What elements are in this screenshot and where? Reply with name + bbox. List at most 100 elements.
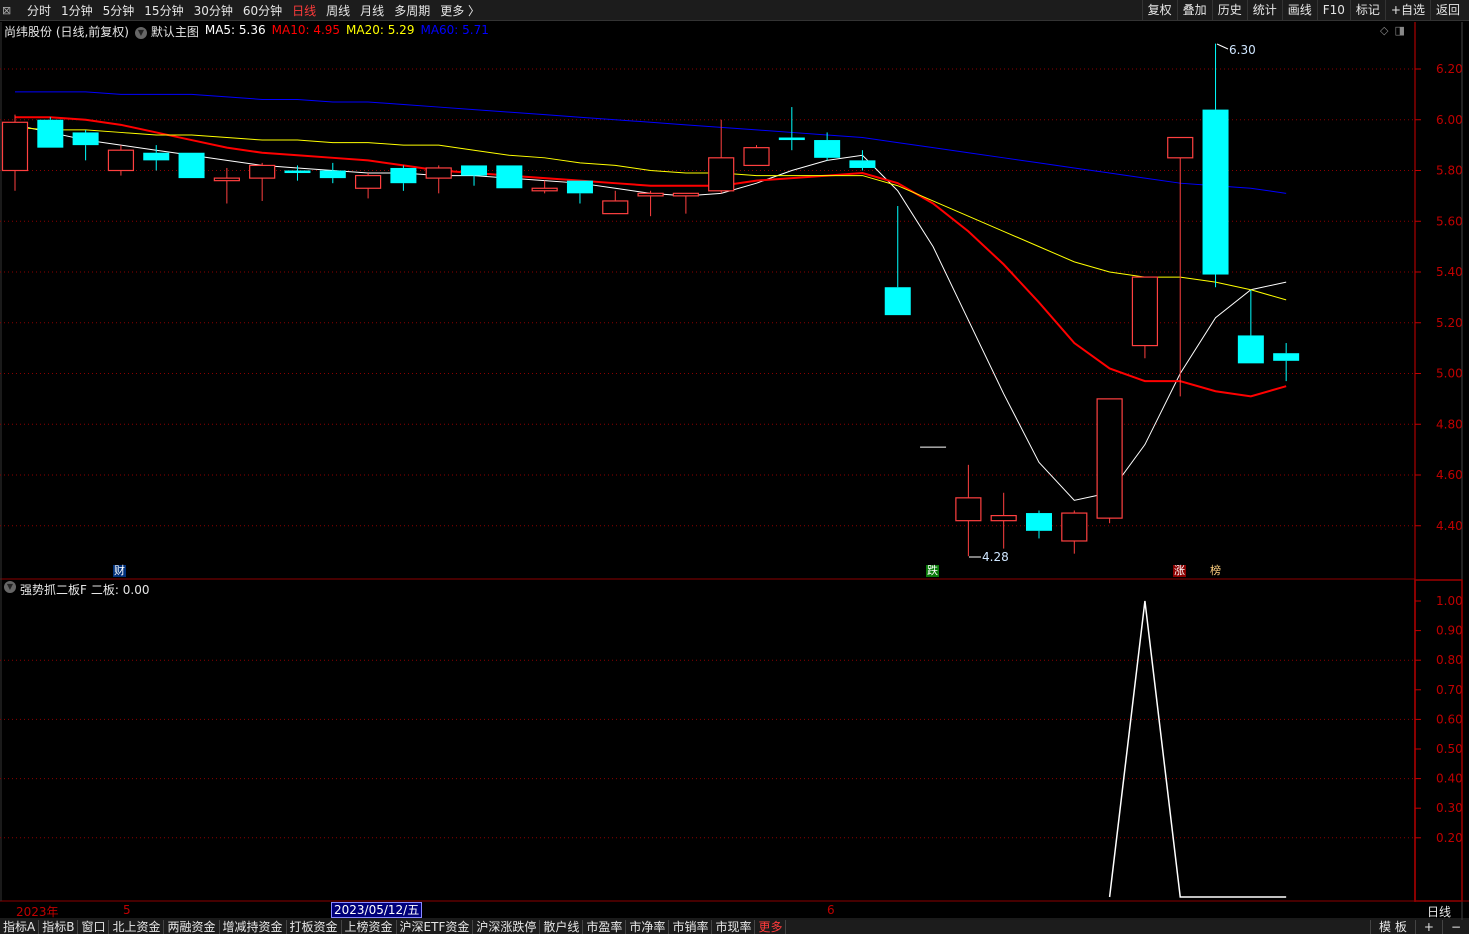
candle-up <box>637 192 664 197</box>
crosshair-date: 2023/05/12/五 <box>331 902 423 918</box>
candle-down <box>1273 353 1300 361</box>
bottom-tab[interactable]: 北上资金 <box>109 920 165 934</box>
bottom-tab[interactable]: 打板资金 <box>287 920 342 934</box>
ma10-line <box>15 116 1287 398</box>
y-tick-label: 6.00 <box>1436 113 1463 127</box>
y-tick-label: 0.40 <box>1436 772 1463 786</box>
toolbar-button[interactable]: 统计 <box>1246 0 1282 21</box>
period-tabs: 分时 1分钟 5分钟 15分钟 30分钟 60分钟 日线 周线 月线 多周期 更多 〉 <box>22 2 485 19</box>
x-axis: 2023年 5 6 <box>0 902 1469 919</box>
toolbar-button[interactable]: 画线 <box>1281 0 1317 21</box>
y-tick-label: 4.80 <box>1436 417 1463 431</box>
toolbar-button[interactable]: 标记 <box>1349 0 1385 21</box>
candle-down <box>37 119 64 148</box>
candle-up <box>1061 512 1088 542</box>
bottom-right-button[interactable]: − <box>1441 920 1469 934</box>
candle-down <box>284 170 311 174</box>
candle-down <box>778 137 805 141</box>
y-tick-label: 0.20 <box>1436 831 1463 845</box>
high-arrow <box>1216 43 1229 50</box>
toolbar-button[interactable]: 复权 <box>1141 0 1177 21</box>
candle-up <box>955 497 982 522</box>
period-tab[interactable]: 周线 <box>321 2 355 19</box>
bottom-tab[interactable]: 市净率 <box>626 920 670 934</box>
y-tick-label: 4.40 <box>1436 519 1463 533</box>
chevron-down-icon: ▼ <box>135 26 147 39</box>
y-tick-label: 0.80 <box>1436 653 1463 667</box>
candle-down <box>72 132 99 146</box>
period-tab[interactable]: 分时 <box>22 2 56 19</box>
y-tick-label: 0.70 <box>1436 683 1463 697</box>
y-tick-label: 4.60 <box>1436 468 1463 482</box>
marker-bang[interactable]: 榜 <box>1209 565 1222 577</box>
period-tab[interactable]: 日线 <box>287 2 321 19</box>
ma5-value: MA5: 5.36 <box>204 23 266 37</box>
period-tab[interactable]: 60分钟 <box>238 2 287 19</box>
bottom-right-buttons: 模 板 + − <box>1370 920 1469 934</box>
period-tab[interactable]: 更多 〉 <box>435 2 485 19</box>
candle-down <box>1025 513 1052 531</box>
y-tick-label: 5.40 <box>1436 265 1463 279</box>
candle-down <box>1202 109 1229 275</box>
candle-up <box>1167 136 1194 159</box>
period-tab[interactable]: 15分钟 <box>139 2 188 19</box>
candle-down <box>390 167 417 184</box>
y-tick-label: 5.60 <box>1436 214 1463 228</box>
chart-canvas: 6.20 6.00 5.80 5.60 5.40 5.20 5.00 4.80 4.60 4.40… <box>0 22 1469 920</box>
bottom-tab[interactable]: 窗口 <box>78 920 110 934</box>
bottom-tab[interactable]: 增减持资金 <box>220 920 287 934</box>
candle-up <box>672 192 699 197</box>
candle-up <box>425 167 452 179</box>
bottom-tab[interactable]: 两融资金 <box>164 920 220 934</box>
y-tick-label: 5.80 <box>1436 164 1463 178</box>
bottom-tab[interactable]: 指标B <box>39 920 79 934</box>
bottom-right-button[interactable]: + <box>1414 920 1442 934</box>
marker-cai[interactable]: 财 <box>113 565 126 577</box>
period-toolbar: ⊠ 分时 1分钟 5分钟 15分钟 30分钟 60分钟 日线 周线 月线 多周期 更多 〉 复权 叠加… <box>0 0 1469 21</box>
panel-toggle-icon[interactable]: ◨ <box>1394 24 1404 37</box>
candle-up <box>1131 276 1159 347</box>
candle-up <box>743 147 770 167</box>
toolbar-button[interactable]: 返回 <box>1429 0 1465 21</box>
bottom-tab[interactable]: 沪深ETF资金 <box>397 920 474 934</box>
period-tab[interactable]: 月线 <box>355 2 389 19</box>
ma10-value: MA10: 4.95 <box>271 23 341 37</box>
bottom-tab[interactable]: 上榜资金 <box>342 920 397 934</box>
chart-tools: ◇ ◨ <box>1380 24 1405 37</box>
candle-up <box>107 149 135 172</box>
ma60-value: MA60: 5.71 <box>420 23 489 37</box>
candle-up <box>249 164 276 179</box>
bottom-right-button[interactable]: 模 板 <box>1370 920 1415 934</box>
ma20-value: MA20: 5.29 <box>346 23 415 37</box>
menu-icon[interactable]: ⊠ <box>0 4 22 17</box>
candle-down <box>814 140 841 158</box>
bottom-tab[interactable]: 沪深涨跌停 <box>473 920 541 934</box>
bottom-tab[interactable]: 市盈率 <box>583 920 627 934</box>
marker-die[interactable]: 跌 <box>926 565 939 577</box>
period-tab[interactable]: 多周期 <box>389 2 435 19</box>
y-tick-label: 0.60 <box>1436 712 1463 726</box>
toolbar-button[interactable]: F10 <box>1316 0 1350 21</box>
y-tick-label: 0.50 <box>1436 742 1463 756</box>
period-tab[interactable]: 5分钟 <box>98 2 140 19</box>
low-price-label: 4.28 <box>982 550 1009 564</box>
toolbar-button[interactable]: 历史 <box>1211 0 1247 21</box>
bottom-tab[interactable]: 市销率 <box>669 920 713 934</box>
period-tab[interactable]: 30分钟 <box>189 2 238 19</box>
x-label-year: 2023年 <box>16 905 59 919</box>
diamond-icon[interactable]: ◇ <box>1380 24 1388 37</box>
period-label: 日线 <box>1427 905 1452 919</box>
chevron-down-icon[interactable]: ▼ <box>4 581 16 593</box>
marker-zhang[interactable]: 涨 <box>1173 565 1186 577</box>
y-tick-label: 5.00 <box>1436 367 1463 381</box>
bottom-tab[interactable]: 指标A <box>0 920 40 934</box>
main-chart-selector[interactable]: ▼ 默认主图 <box>135 23 199 40</box>
toolbar-button[interactable]: +自选 <box>1384 0 1430 21</box>
more-tab[interactable]: 更多 <box>755 920 787 934</box>
toolbar-button[interactable]: 叠加 <box>1176 0 1212 21</box>
candle-up <box>708 157 735 192</box>
candle-down <box>884 287 911 316</box>
bottom-tab[interactable]: 散户线 <box>540 920 584 934</box>
bottom-tab[interactable]: 市现率 <box>712 920 756 934</box>
period-tab[interactable]: 1分钟 <box>56 2 98 19</box>
